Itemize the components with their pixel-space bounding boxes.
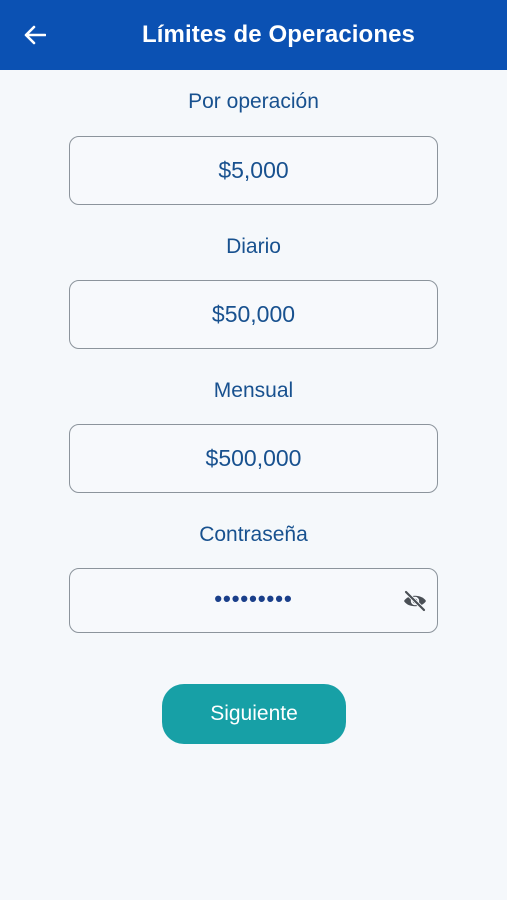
monthly-label: Mensual: [213, 379, 294, 402]
back-button[interactable]: [18, 19, 52, 51]
next-button[interactable]: Siguiente: [162, 684, 346, 744]
monthly-field[interactable]: $500,000: [69, 424, 438, 493]
arrow-left-icon: [24, 25, 46, 45]
per-operation-field[interactable]: $5,000: [69, 136, 438, 205]
password-value: •••••••••: [214, 585, 293, 611]
top-app-bar: Límites de Operaciones: [0, 0, 507, 70]
per-operation-value: $5,000: [218, 157, 289, 183]
limits-screen: Límites de Operaciones Por operación $5,…: [0, 0, 507, 900]
password-visibility-toggle[interactable]: [401, 588, 429, 614]
page-title: Límites de Operaciones: [142, 21, 415, 48]
daily-value: $50,000: [211, 301, 296, 327]
monthly-value: $500,000: [205, 445, 302, 471]
daily-label: Diario: [226, 235, 281, 258]
eye-off-icon: [404, 590, 426, 612]
password-field[interactable]: •••••••••: [69, 568, 438, 633]
per-operation-label: Por operación: [188, 90, 319, 113]
password-label: Contraseña: [199, 523, 308, 546]
daily-field[interactable]: $50,000: [69, 280, 438, 349]
